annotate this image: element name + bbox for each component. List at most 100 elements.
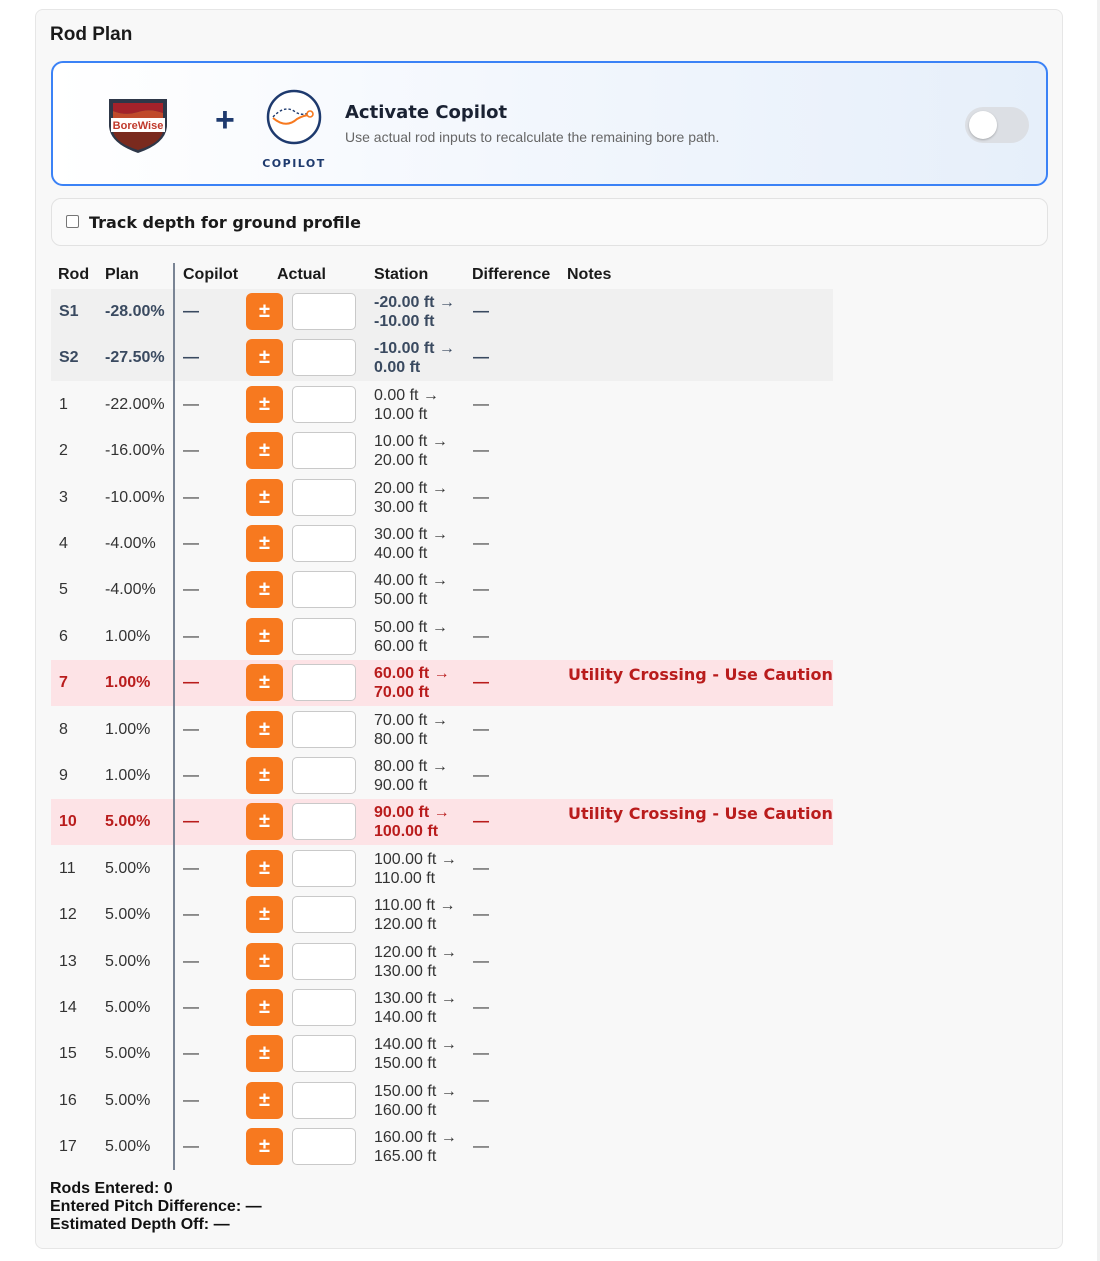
copilot-value: — (183, 813, 199, 830)
plus-minus-button[interactable]: ± (246, 479, 283, 516)
rod-number: 5 (59, 581, 68, 598)
actual-pitch-input[interactable] (292, 618, 356, 655)
actual-pitch-input[interactable] (292, 479, 356, 516)
plus-minus-button[interactable]: ± (246, 293, 283, 330)
difference-value: — (473, 674, 489, 691)
actual-pitch-input[interactable] (292, 571, 356, 608)
station-to: 10.00 ft (374, 406, 428, 423)
station-from: 0.00 ft → (374, 387, 439, 404)
copilot-value: — (183, 396, 199, 413)
plan-pitch: 5.00% (105, 1138, 151, 1155)
station-from: 20.00 ft → (374, 480, 448, 497)
plus-minus-button[interactable]: ± (246, 711, 283, 748)
copilot-toggle[interactable] (965, 107, 1029, 143)
plus-minus-button[interactable]: ± (246, 432, 283, 469)
actual-pitch-input[interactable] (292, 1035, 356, 1072)
station-from: 130.00 ft → (374, 990, 457, 1007)
actual-pitch-input[interactable] (292, 339, 356, 376)
actual-pitch-input[interactable] (292, 711, 356, 748)
station-range: 130.00 ft → 140.00 ft (374, 989, 457, 1027)
plus-minus-button[interactable]: ± (246, 757, 283, 794)
plus-minus-button[interactable]: ± (246, 525, 283, 562)
station-from: 60.00 ft → (374, 665, 450, 682)
plus-minus-button[interactable]: ± (246, 571, 283, 608)
plan-pitch: 1.00% (105, 767, 151, 784)
borewise-logo: BoreWise (109, 99, 167, 153)
rod-number: 6 (59, 628, 68, 645)
actual-pitch-input[interactable] (292, 386, 356, 423)
plus-minus-button[interactable]: ± (246, 943, 283, 980)
station-to: 120.00 ft (374, 916, 437, 933)
copilot-value: — (183, 349, 199, 366)
header-notes: Notes (567, 266, 612, 283)
actual-pitch-input[interactable] (292, 432, 356, 469)
station-range: 0.00 ft → 10.00 ft (374, 386, 439, 424)
plus-minus-button[interactable]: ± (246, 1082, 283, 1119)
rods-entered: Rods Entered: 0 (50, 1180, 173, 1197)
row-note: Utility Crossing - Use Caution (568, 804, 833, 823)
plus-minus-button[interactable]: ± (246, 1128, 283, 1165)
plus-minus-button[interactable]: ± (246, 664, 283, 701)
station-range: 20.00 ft → 30.00 ft (374, 479, 448, 517)
plus-minus-button[interactable]: ± (246, 1035, 283, 1072)
station-from: 30.00 ft → (374, 526, 448, 543)
station-range: 10.00 ft → 20.00 ft (374, 432, 448, 470)
rod-number: 11 (59, 860, 76, 877)
plus-minus-button[interactable]: ± (246, 989, 283, 1026)
copilot-card: BoreWise + COPILOT Activate Copilot Use … (51, 61, 1048, 186)
actual-pitch-input[interactable] (292, 850, 356, 887)
station-to: 160.00 ft (374, 1102, 437, 1119)
copilot-value: — (183, 581, 199, 598)
table-row: 11 5.00% — ±100.00 ft → 110.00 ft — (51, 846, 833, 892)
actual-pitch-input[interactable] (292, 1082, 356, 1119)
actual-pitch-input[interactable] (292, 943, 356, 980)
actual-pitch-input[interactable] (292, 757, 356, 794)
plan-pitch: 5.00% (105, 1045, 151, 1062)
actual-pitch-input[interactable] (292, 803, 356, 840)
plan-pitch: 5.00% (105, 1092, 151, 1109)
station-range: 30.00 ft → 40.00 ft (374, 525, 448, 563)
difference-value: — (473, 721, 489, 738)
rod-number: 14 (59, 999, 77, 1016)
plan-pitch: 5.00% (105, 999, 151, 1016)
plus-minus-button[interactable]: ± (246, 850, 283, 887)
plus-minus-button[interactable]: ± (246, 618, 283, 655)
actual-pitch-input[interactable] (292, 989, 356, 1026)
plus-minus-button[interactable]: ± (246, 339, 283, 376)
copilot-value: — (183, 1092, 199, 1109)
station-to: 150.00 ft (374, 1055, 437, 1072)
track-depth-label[interactable]: Track depth for ground profile (89, 213, 361, 232)
table-row: 5 -4.00% — ±40.00 ft → 50.00 ft — (51, 567, 833, 613)
difference-value: — (473, 953, 489, 970)
plus-minus-button[interactable]: ± (246, 386, 283, 423)
actual-pitch-input[interactable] (292, 1128, 356, 1165)
actual-pitch-input[interactable] (292, 896, 356, 933)
station-range: 140.00 ft → 150.00 ft (374, 1035, 457, 1073)
plus-icon: + (215, 101, 235, 139)
station-from: 40.00 ft → (374, 572, 448, 589)
station-range: 70.00 ft → 80.00 ft (374, 711, 448, 749)
plan-pitch: 5.00% (105, 953, 151, 970)
station-from: 110.00 ft → (374, 897, 456, 914)
copilot-value: — (183, 953, 199, 970)
station-range: 50.00 ft → 60.00 ft (374, 618, 448, 656)
track-depth-option: Track depth for ground profile (51, 198, 1048, 246)
actual-pitch-input[interactable] (292, 664, 356, 701)
table-row: 13 5.00% — ±120.00 ft → 130.00 ft — (51, 939, 833, 985)
station-to: -10.00 ft (374, 313, 435, 330)
rod-plan-panel: Rod Plan BoreWise + COPILOT Activate Cop… (35, 9, 1063, 1249)
rod-number: 15 (59, 1045, 77, 1062)
station-from: 80.00 ft → (374, 758, 448, 775)
copilot-title: Activate Copilot (345, 102, 508, 123)
actual-pitch-input[interactable] (292, 293, 356, 330)
plus-minus-button[interactable]: ± (246, 896, 283, 933)
plus-minus-button[interactable]: ± (246, 803, 283, 840)
station-from: 70.00 ft → (374, 712, 448, 729)
rod-number: 7 (59, 674, 68, 691)
station-from: 100.00 ft → (374, 851, 457, 868)
copilot-value: — (183, 767, 199, 784)
difference-value: — (473, 813, 489, 830)
actual-pitch-input[interactable] (292, 525, 356, 562)
track-depth-checkbox[interactable] (66, 215, 79, 228)
station-to: 110.00 ft (374, 870, 436, 887)
